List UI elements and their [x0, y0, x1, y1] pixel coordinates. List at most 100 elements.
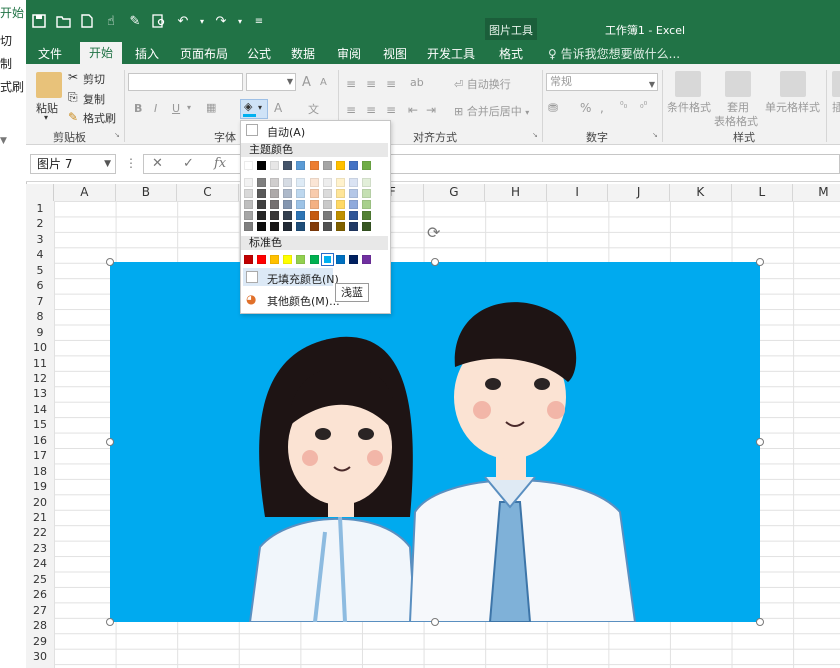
- font-color-button[interactable]: A: [274, 101, 282, 115]
- row-header[interactable]: 15: [26, 417, 54, 433]
- no-fill-swatch[interactable]: [246, 271, 258, 283]
- theme-shade-swatch[interactable]: [244, 222, 253, 231]
- theme-color-swatch[interactable]: [335, 161, 345, 170]
- row-header[interactable]: 19: [26, 479, 54, 495]
- row-header[interactable]: 28: [26, 618, 54, 634]
- underline-dropdown-icon[interactable]: ▾: [187, 103, 191, 112]
- theme-shade-swatch[interactable]: [270, 189, 280, 198]
- theme-shade-swatch[interactable]: [309, 178, 319, 187]
- strip-item-format-painter[interactable]: 式刷: [0, 78, 24, 95]
- clipboard-launcher-icon[interactable]: ↘: [114, 131, 120, 139]
- standard-color-swatch[interactable]: [296, 255, 306, 264]
- align-top-icon[interactable]: ≡: [346, 77, 356, 91]
- row-header[interactable]: 8: [26, 309, 54, 325]
- table-format-button-line2[interactable]: 表格格式: [714, 113, 758, 129]
- name-box-dropdown-icon[interactable]: ▼: [104, 155, 111, 173]
- row-header[interactable]: 17: [26, 448, 54, 464]
- borders-icon[interactable]: ▦: [206, 101, 216, 114]
- wrap-text-button[interactable]: ⏎ 自动换行: [454, 76, 511, 92]
- theme-shade-swatch[interactable]: [322, 200, 332, 209]
- name-box[interactable]: 图片 7 ▼: [30, 154, 116, 174]
- format-painter-button[interactable]: 格式刷: [83, 110, 116, 126]
- paste-icon[interactable]: [36, 72, 62, 98]
- row-header[interactable]: 22: [26, 525, 54, 541]
- theme-shade-swatch[interactable]: [309, 200, 319, 209]
- tab-formulas[interactable]: 公式: [247, 45, 271, 62]
- new-icon[interactable]: [78, 12, 96, 30]
- number-format-dropdown-icon[interactable]: ▼: [649, 77, 655, 93]
- theme-shade-swatch[interactable]: [309, 189, 319, 198]
- tab-view[interactable]: 视图: [383, 45, 407, 62]
- resize-handle-top-right[interactable]: [756, 258, 764, 266]
- undo-dropdown-icon[interactable]: ▾: [198, 12, 206, 30]
- bold-button[interactable]: B: [134, 102, 142, 115]
- tab-format[interactable]: 格式: [499, 45, 523, 62]
- theme-shade-swatch[interactable]: [244, 178, 253, 187]
- resize-handle-bottom-right[interactable]: [756, 618, 764, 626]
- cut-icon[interactable]: ✂: [68, 70, 78, 84]
- accounting-format-icon[interactable]: ⛃: [548, 101, 558, 115]
- row-header[interactable]: 2: [26, 216, 54, 232]
- tab-review[interactable]: 审阅: [337, 45, 361, 62]
- theme-shade-swatch[interactable]: [322, 222, 332, 231]
- auto-color-swatch[interactable]: [246, 124, 258, 136]
- column-header[interactable]: K: [670, 184, 732, 201]
- increase-decimal-icon[interactable]: ⁰₀: [620, 101, 627, 111]
- theme-shade-swatch[interactable]: [283, 211, 293, 220]
- theme-shade-swatch[interactable]: [309, 222, 319, 231]
- theme-shade-swatch[interactable]: [361, 211, 371, 220]
- theme-shade-swatch[interactable]: [348, 200, 358, 209]
- insert-cells-button[interactable]: 插: [832, 99, 840, 115]
- copy-button[interactable]: 复制: [83, 91, 105, 107]
- tab-insert[interactable]: 插入: [135, 45, 159, 62]
- copy-icon[interactable]: ⎘: [68, 90, 78, 105]
- table-format-icon[interactable]: [725, 71, 751, 97]
- insert-function-button[interactable]: fx: [214, 156, 226, 171]
- underline-button[interactable]: U: [172, 102, 180, 115]
- tab-page-layout[interactable]: 页面布局: [180, 45, 228, 62]
- column-header[interactable]: M: [793, 184, 840, 201]
- row-header[interactable]: 25: [26, 572, 54, 588]
- column-header[interactable]: L: [732, 184, 794, 201]
- tab-data[interactable]: 数据: [291, 45, 315, 62]
- theme-shade-swatch[interactable]: [309, 211, 319, 220]
- tell-me-box[interactable]: ♀ 告诉我您想要做什么...: [548, 45, 680, 62]
- align-center-icon[interactable]: ≡: [366, 103, 376, 117]
- cancel-icon[interactable]: ✕: [152, 156, 163, 171]
- theme-shade-swatch[interactable]: [270, 178, 280, 187]
- row-header[interactable]: 11: [26, 356, 54, 372]
- theme-shade-swatch[interactable]: [283, 189, 293, 198]
- theme-shade-swatch[interactable]: [257, 189, 267, 198]
- standard-color-swatch[interactable]: [283, 255, 293, 264]
- row-header[interactable]: 26: [26, 587, 54, 603]
- column-header[interactable]: A: [54, 184, 116, 201]
- theme-color-swatch[interactable]: [348, 161, 358, 170]
- font-size-combo[interactable]: ▼: [246, 73, 296, 91]
- theme-shade-swatch[interactable]: [322, 211, 332, 220]
- strip-item-cut[interactable]: 切: [0, 32, 12, 49]
- font-size-dropdown-icon[interactable]: ▼: [287, 77, 293, 86]
- decrease-decimal-icon[interactable]: ₀⁰: [640, 101, 647, 111]
- format-painter-icon[interactable]: ✎: [126, 12, 144, 30]
- more-colors-option[interactable]: 其他颜色(M)...: [267, 293, 340, 309]
- theme-shade-swatch[interactable]: [361, 178, 371, 187]
- theme-color-swatch[interactable]: [270, 161, 280, 170]
- theme-color-swatch[interactable]: [283, 161, 293, 170]
- number-format-combo[interactable]: 常规 ▼: [546, 73, 658, 91]
- standard-color-swatch[interactable]: [320, 253, 334, 266]
- theme-shade-swatch[interactable]: [348, 189, 358, 198]
- resize-handle-right[interactable]: [756, 438, 764, 446]
- row-header[interactable]: 16: [26, 433, 54, 449]
- alignment-launcher-icon[interactable]: ↘: [532, 131, 538, 139]
- row-header[interactable]: 20: [26, 495, 54, 511]
- row-header[interactable]: 12: [26, 371, 54, 387]
- theme-shade-swatch[interactable]: [322, 178, 332, 187]
- standard-color-swatch[interactable]: [348, 255, 358, 264]
- theme-shade-swatch[interactable]: [244, 200, 253, 209]
- cell-styles-button[interactable]: 单元格样式: [765, 99, 820, 115]
- theme-shade-swatch[interactable]: [335, 211, 345, 220]
- theme-shade-swatch[interactable]: [257, 178, 267, 187]
- theme-shade-swatch[interactable]: [348, 222, 358, 231]
- decrease-indent-icon[interactable]: ⇤: [408, 103, 418, 117]
- shrink-font-button[interactable]: A: [320, 77, 327, 88]
